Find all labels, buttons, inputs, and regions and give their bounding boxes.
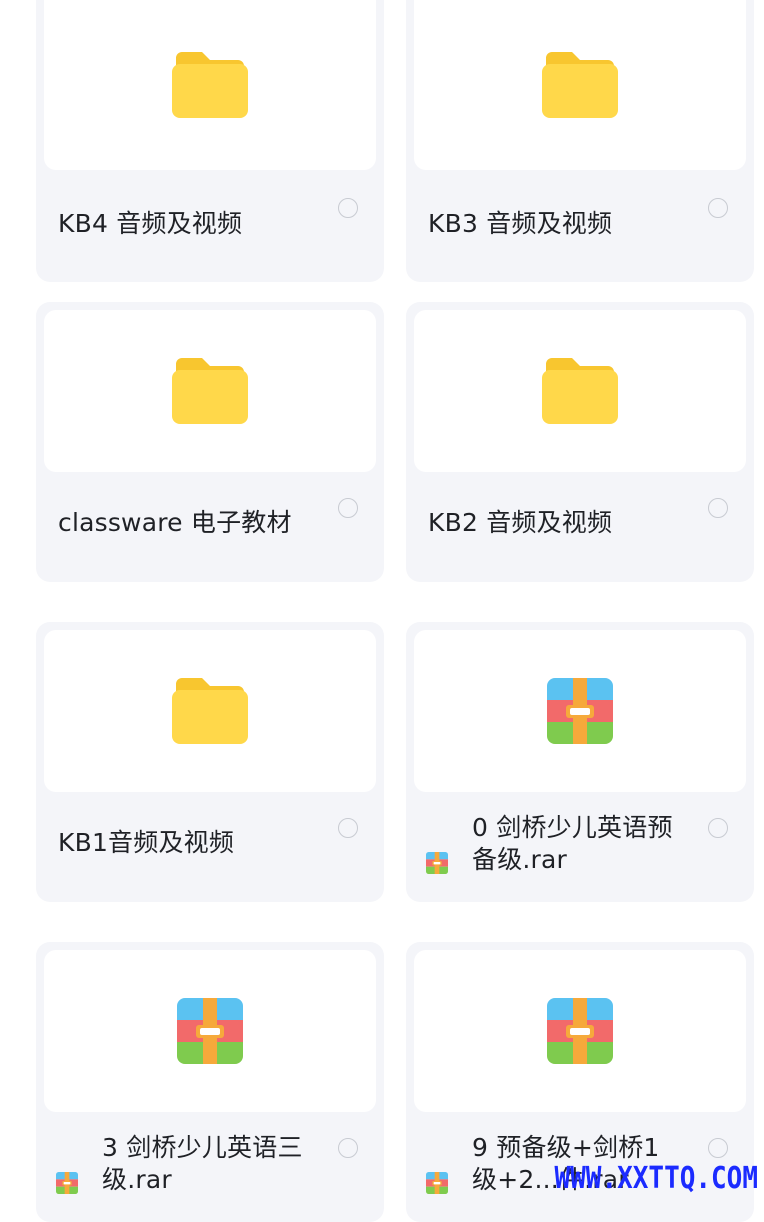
file-card[interactable]: KB1音频及视频 bbox=[36, 622, 384, 902]
file-name: KB2 音频及视频 bbox=[428, 508, 613, 537]
folder-icon bbox=[172, 52, 248, 118]
archive-icon bbox=[547, 998, 613, 1064]
file-card[interactable]: KB2 音频及视频 bbox=[406, 302, 754, 582]
file-thumbnail bbox=[44, 0, 376, 170]
file-card[interactable]: KB4 音频及视频 bbox=[36, 0, 384, 282]
file-thumbnail bbox=[44, 310, 376, 472]
select-radio[interactable] bbox=[338, 1138, 358, 1158]
file-thumbnail bbox=[414, 630, 746, 792]
select-radio[interactable] bbox=[338, 198, 358, 218]
file-card[interactable]: 3 剑桥少儿英语三级.rar bbox=[36, 942, 384, 1222]
folder-icon bbox=[542, 52, 618, 118]
file-name: classware 电子教材 bbox=[58, 508, 292, 537]
file-card[interactable]: classware 电子教材 bbox=[36, 302, 384, 582]
file-thumbnail bbox=[44, 630, 376, 792]
folder-icon bbox=[172, 678, 248, 744]
file-card[interactable]: 0 剑桥少儿英语预备级.rar bbox=[406, 622, 754, 902]
folder-icon bbox=[172, 358, 248, 424]
file-thumbnail bbox=[414, 0, 746, 170]
file-name: KB1音频及视频 bbox=[58, 828, 235, 857]
file-name: 0 剑桥少儿英语预备级.rar bbox=[472, 813, 673, 874]
archive-icon bbox=[426, 1172, 448, 1194]
select-radio[interactable] bbox=[338, 498, 358, 518]
watermark: WWW.XXTTQ.COM bbox=[554, 1161, 759, 1197]
file-thumbnail bbox=[414, 310, 746, 472]
select-radio[interactable] bbox=[708, 498, 728, 518]
archive-icon bbox=[56, 1172, 78, 1194]
file-thumbnail bbox=[44, 950, 376, 1112]
file-thumbnail bbox=[414, 950, 746, 1112]
select-radio[interactable] bbox=[338, 818, 358, 838]
file-name: 3 剑桥少儿英语三级.rar bbox=[102, 1133, 303, 1194]
folder-icon bbox=[542, 358, 618, 424]
select-radio[interactable] bbox=[708, 1138, 728, 1158]
select-radio[interactable] bbox=[708, 818, 728, 838]
archive-icon bbox=[177, 998, 243, 1064]
archive-icon bbox=[547, 678, 613, 744]
archive-icon bbox=[426, 852, 448, 874]
file-name: KB3 音频及视频 bbox=[428, 209, 613, 238]
file-card[interactable]: KB3 音频及视频 bbox=[406, 0, 754, 282]
file-name: KB4 音频及视频 bbox=[58, 209, 243, 238]
file-grid: KB4 音频及视频 KB3 音频及视频 classware 电子教材 KB2 音… bbox=[0, 0, 764, 1222]
select-radio[interactable] bbox=[708, 198, 728, 218]
